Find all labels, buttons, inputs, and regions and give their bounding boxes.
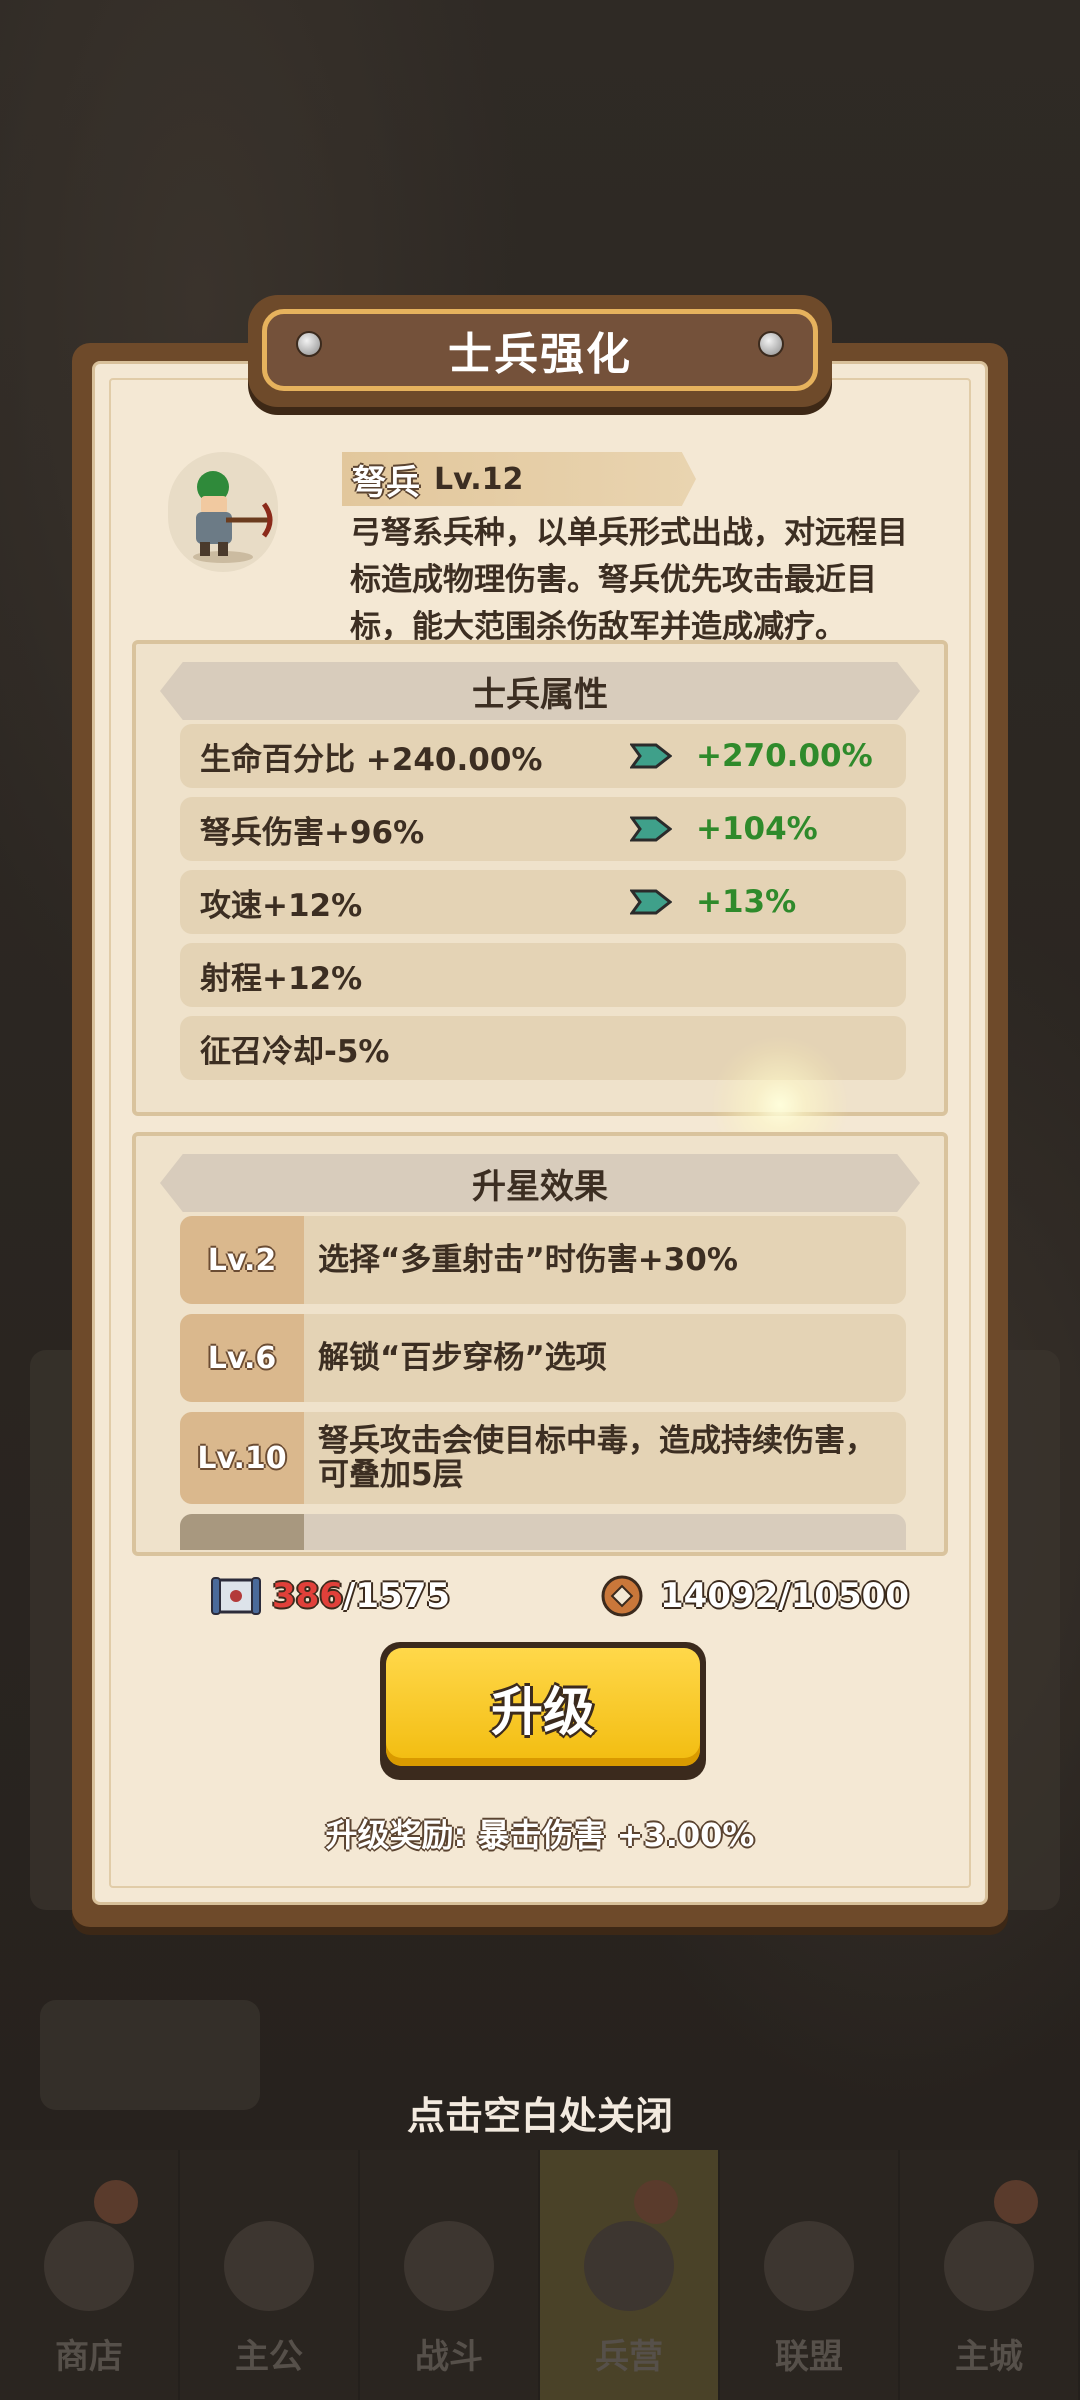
unit-portrait <box>168 452 278 572</box>
star-effect-text: 解锁“百步穿杨”选项 <box>318 1340 607 1376</box>
nav-item-battle[interactable]: 战斗 <box>360 2150 540 2400</box>
unit-level: Lv.12 <box>434 461 524 497</box>
lord-icon <box>224 2221 314 2311</box>
attribute-next: +13% <box>696 884 797 920</box>
star-level-badge: Lv.2 <box>180 1216 304 1304</box>
star-effect-row: Lv.6 解锁“百步穿杨”选项 <box>180 1314 906 1402</box>
star-effect-text: 弩兵攻击会使目标中毒，造成持续伤害，可叠加5层 <box>318 1423 876 1493</box>
star-level-badge: Lv.6 <box>180 1314 304 1402</box>
star-effects-list[interactable]: Lv.2 选择“多重射击”时伤害+30% Lv.6 解锁“百步穿杨”选项 Lv.… <box>136 1216 944 1550</box>
nav-item-barracks[interactable]: 兵营 <box>540 2150 720 2400</box>
unit-name: 弩兵 <box>352 462 420 503</box>
attributes-section: 士兵属性 生命百分比 +240.00% +270.00% 弩兵伤害+96% +1… <box>132 640 948 1116</box>
section-title: 士兵属性 <box>472 674 608 715</box>
star-effect-row: Lv.2 选择“多重射击”时伤害+30% <box>180 1216 906 1304</box>
attribute-next: +104% <box>696 811 818 847</box>
nav-label: 商店 <box>55 2337 123 2377</box>
attribute-row: 弩兵伤害+96% +104% <box>180 797 906 861</box>
title-plate-frame: 士兵强化 <box>262 309 818 391</box>
section-title: 升星效果 <box>472 1166 608 1207</box>
upgrade-reward: 升级奖励: 暴击伤害 +3.00% <box>325 1816 755 1854</box>
attribute-current: 弩兵伤害+96% <box>200 814 425 851</box>
barracks-icon <box>584 2221 674 2311</box>
upgrade-button-face: 升级 <box>386 1648 700 1766</box>
notification-badge-icon <box>994 2180 1038 2224</box>
rivet-icon <box>296 331 322 357</box>
nav-item-lord[interactable]: 主公 <box>180 2150 360 2400</box>
nav-item-main-city[interactable]: 主城 <box>900 2150 1080 2400</box>
scroll-have: 386 <box>272 1576 343 1616</box>
dialog-title-plate: 士兵强化 <box>248 295 832 407</box>
coin-cost: 14092/10500 <box>598 1574 909 1618</box>
star-effect-text: 选择“多重射击”时伤害+30% <box>318 1242 738 1278</box>
star-effects-section: 升星效果 Lv.2 选择“多重射击”时伤害+30% Lv.6 解锁“百步穿杨”选… <box>132 1132 948 1556</box>
bottom-nav: 商店 主公 战斗 兵营 联盟 主城 <box>0 2150 1080 2400</box>
section-header: 升星效果 <box>160 1154 920 1212</box>
shop-icon <box>44 2221 134 2311</box>
star-effect-row: Lv.10 弩兵攻击会使目标中毒，造成持续伤害，可叠加5层 <box>180 1412 906 1504</box>
upgrade-label: 升级 <box>490 1682 595 1743</box>
scroll-need: /1575 <box>342 1576 451 1616</box>
battle-icon <box>404 2221 494 2311</box>
attribute-current: 征召冷却-5% <box>200 1033 390 1070</box>
coin-amount: 14092/10500 <box>660 1576 909 1616</box>
arrow-right-icon <box>630 816 672 842</box>
notification-badge-icon <box>94 2180 138 2224</box>
upgrade-button[interactable]: 升级 <box>380 1642 706 1780</box>
notification-badge-icon <box>634 2180 678 2224</box>
crossbowman-icon <box>193 471 273 563</box>
nav-item-shop[interactable]: 商店 <box>0 2150 180 2400</box>
section-header: 士兵属性 <box>160 662 920 720</box>
unit-name-bar: 弩兵 Lv.12 <box>342 452 696 506</box>
unit-description: 弓弩系兵种，以单兵形式出战，对远程目标造成物理伤害。弩兵优先攻击最近目标，能大范… <box>350 515 908 645</box>
nav-label: 主城 <box>955 2337 1023 2377</box>
dialog-title: 士兵强化 <box>448 329 632 380</box>
attribute-current: 射程+12% <box>200 960 363 997</box>
scroll-cost: 386 /1575 <box>210 1574 450 1618</box>
alliance-icon <box>764 2221 854 2311</box>
city-icon <box>944 2221 1034 2311</box>
attribute-current: 生命百分比 +240.00% <box>200 741 543 778</box>
scroll-icon <box>211 1577 261 1615</box>
arrow-right-icon <box>630 889 672 915</box>
attribute-current: 攻速+12% <box>200 887 363 924</box>
nav-label: 主公 <box>235 2337 303 2377</box>
star-effect-row <box>180 1514 906 1550</box>
nav-item-alliance[interactable]: 联盟 <box>720 2150 900 2400</box>
star-level-badge: Lv.10 <box>180 1412 304 1504</box>
rivet-icon <box>758 331 784 357</box>
star-level-badge <box>180 1514 304 1550</box>
attribute-row: 射程+12% <box>180 943 906 1007</box>
attribute-row: 生命百分比 +240.00% +270.00% <box>180 724 906 788</box>
nav-label: 兵营 <box>595 2337 663 2377</box>
close-hint[interactable]: 点击空白处关闭 <box>0 2085 1080 2140</box>
nav-label: 联盟 <box>775 2337 843 2377</box>
arrow-right-icon <box>630 743 672 769</box>
attribute-next: +270.00% <box>696 738 873 774</box>
coin-icon <box>601 1575 643 1617</box>
attribute-row: 攻速+12% +13% <box>180 870 906 934</box>
nav-label: 战斗 <box>415 2337 483 2377</box>
